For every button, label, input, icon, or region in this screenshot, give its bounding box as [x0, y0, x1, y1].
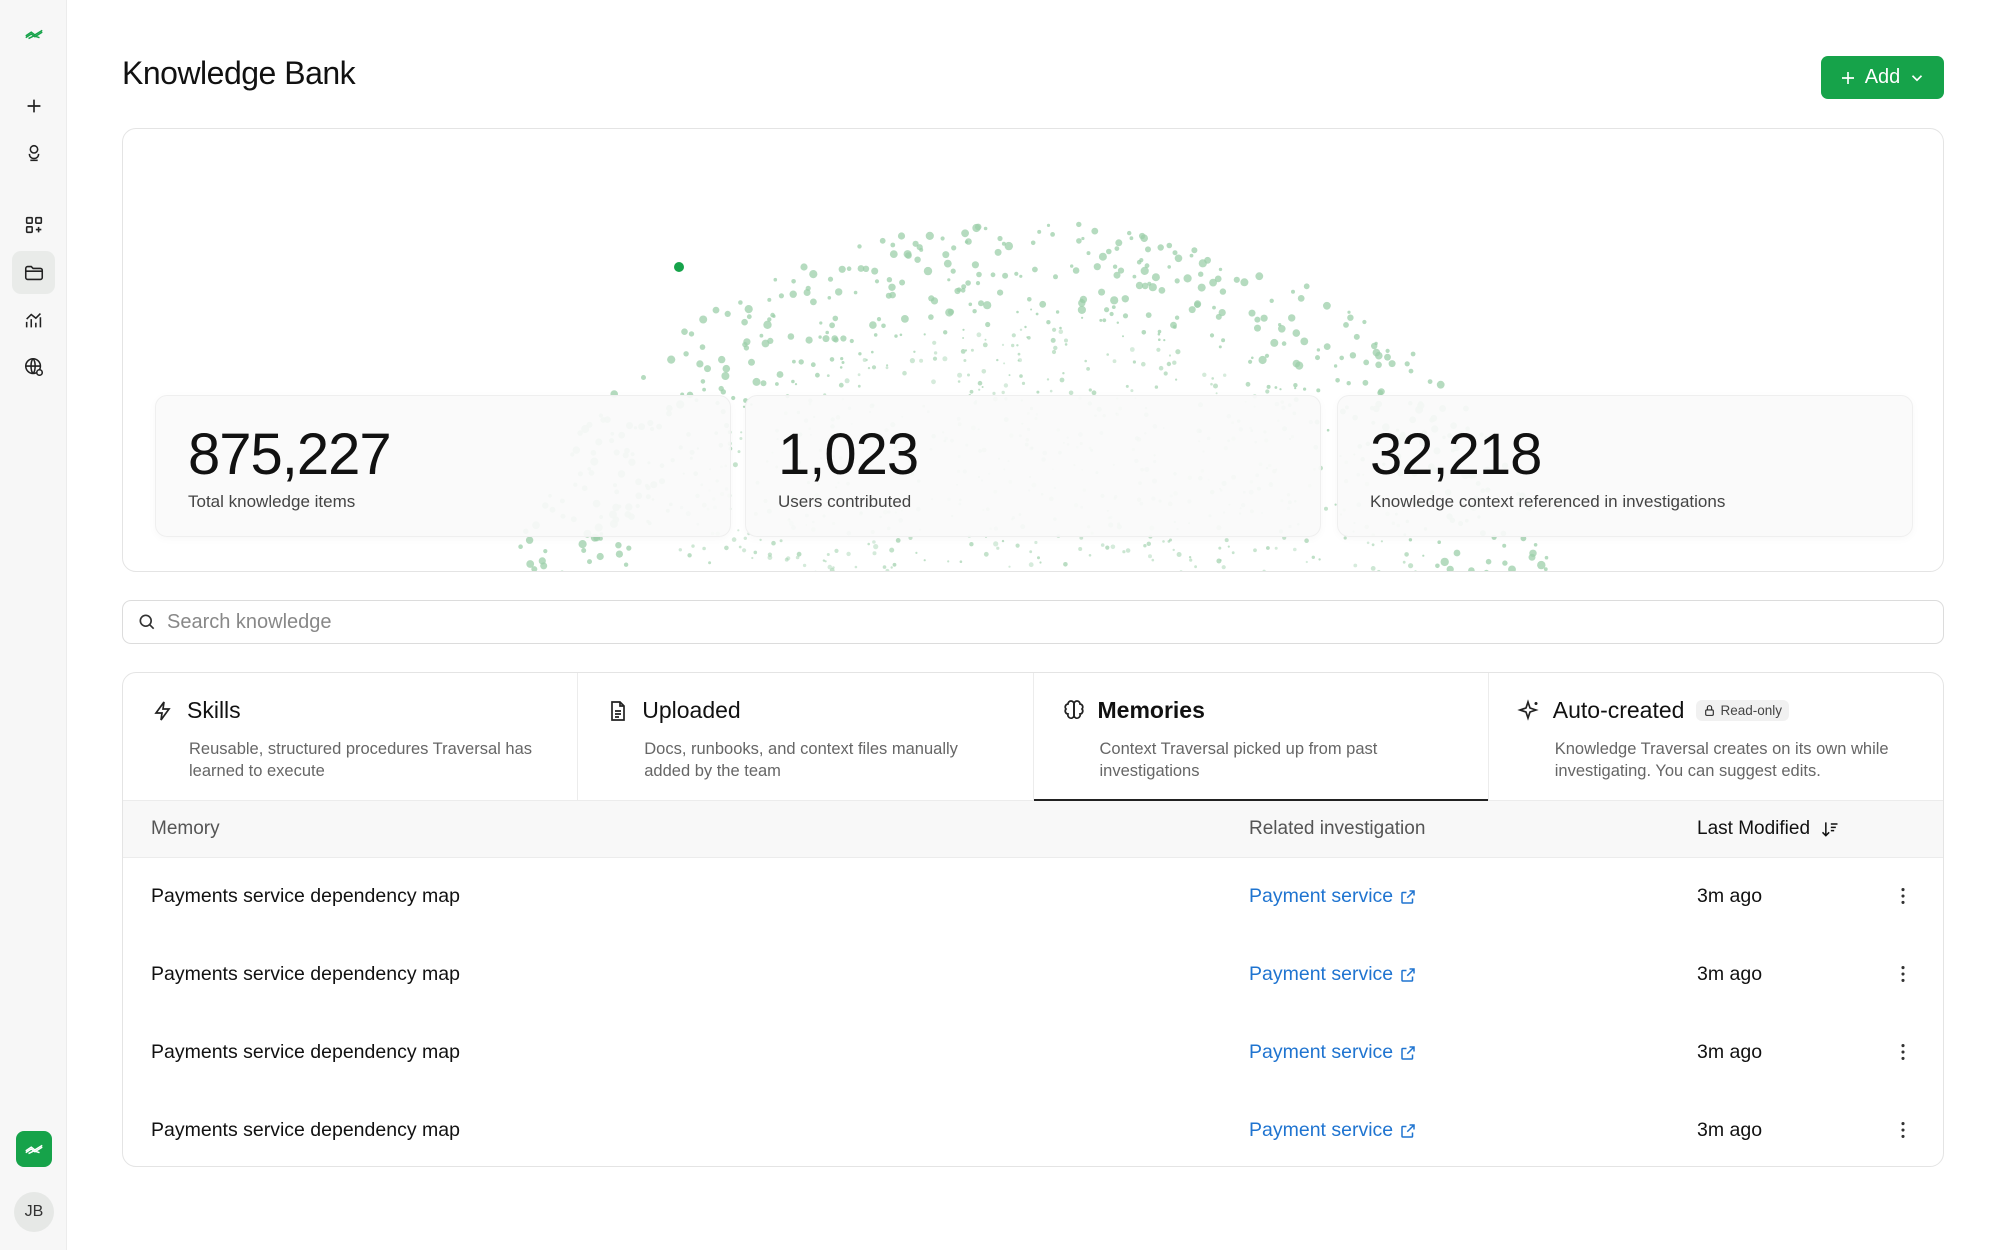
last-modified: 3m ago	[1697, 885, 1763, 907]
table-row[interactable]: Payments service dependency map Payment …	[123, 936, 1943, 1014]
column-header-memory[interactable]: Memory	[151, 818, 220, 840]
sparkle-icon	[1517, 698, 1539, 721]
last-modified: 3m ago	[1697, 963, 1763, 985]
tab-description: Knowledge Traversal creates on its own w…	[1554, 740, 1889, 780]
tab-description: Reusable, structured procedures Traversa…	[189, 740, 533, 780]
more-options-icon[interactable]	[1891, 1118, 1915, 1142]
tab-title: Memories	[1097, 697, 1205, 723]
memory-name: Payments service dependency map	[151, 1041, 460, 1063]
external-link-icon	[1401, 1123, 1415, 1138]
stat-label: Users contributed	[778, 492, 912, 511]
stat-value: 32,218	[1370, 422, 1542, 487]
tab-description: Context Traversal picked up from past in…	[1099, 740, 1378, 780]
table-row[interactable]: Payments service dependency map Payment …	[123, 1092, 1943, 1166]
investigation-link[interactable]: Payment service	[1249, 1119, 1417, 1142]
table-header: Memory Related investigation Last Modifi…	[123, 801, 1943, 858]
tab-description: Docs, runbooks, and context files manual…	[644, 740, 958, 780]
tab-memories[interactable]: Memories Context Traversal picked up fro…	[1033, 673, 1489, 801]
search-input[interactable]	[167, 610, 1867, 634]
folder-icon[interactable]	[12, 251, 55, 294]
plus-icon[interactable]	[12, 84, 55, 127]
table-row[interactable]: Payments service dependency map Payment …	[123, 858, 1943, 936]
tab-uploaded[interactable]: Uploaded Docs, runbooks, and context fil…	[578, 673, 1034, 800]
investigation-link-label: Payment service	[1249, 1119, 1394, 1141]
more-options-icon[interactable]	[1891, 1040, 1915, 1064]
knowledge-panel: Skills Reusable, structured procedures T…	[122, 672, 1944, 1167]
agent-icon[interactable]	[12, 131, 55, 174]
table-row[interactable]: Payments service dependency map Payment …	[123, 1014, 1943, 1092]
investigation-link-label: Payment service	[1249, 1041, 1394, 1063]
lock-icon	[1705, 705, 1715, 716]
investigation-link[interactable]: Payment service	[1249, 963, 1417, 986]
memory-name: Payments service dependency map	[151, 885, 460, 907]
last-modified: 3m ago	[1697, 1119, 1763, 1141]
stat-card-users: 1,023 Users contributed	[745, 395, 1321, 537]
stat-label: Knowledge context referenced in investig…	[1370, 492, 1726, 511]
column-header-investigation[interactable]: Related investigation	[1249, 818, 1425, 840]
sort-descending-icon	[1821, 822, 1838, 837]
brain-icon	[1063, 699, 1084, 719]
knowledge-tabs: Skills Reusable, structured procedures T…	[123, 673, 1943, 801]
bolt-icon	[154, 701, 171, 720]
search-icon	[139, 614, 155, 630]
search-bar[interactable]	[122, 600, 1944, 644]
sidebar: JB	[0, 0, 67, 1250]
stat-label: Total knowledge items	[188, 492, 356, 511]
memory-name: Payments service dependency map	[151, 1119, 460, 1141]
tab-title: Uploaded	[642, 697, 741, 723]
add-button-label: Add	[1864, 66, 1901, 88]
stat-card-context-referenced: 32,218 Knowledge context referenced in i…	[1337, 395, 1913, 537]
analytics-icon[interactable]	[12, 298, 55, 341]
tab-auto-created[interactable]: Auto-created Read-only Knowledge Travers…	[1489, 673, 1943, 800]
more-options-icon[interactable]	[1891, 962, 1915, 986]
knowledge-hero: 875,227 Total knowledge items 1,023 User…	[122, 128, 1944, 572]
more-options-icon[interactable]	[1891, 884, 1915, 908]
last-modified: 3m ago	[1697, 1041, 1763, 1063]
page-title: Knowledge Bank	[122, 55, 356, 91]
column-header-last-modified[interactable]: Last Modified	[1697, 818, 1840, 840]
tab-title: Skills	[187, 697, 241, 723]
tab-title: Auto-created	[1552, 697, 1685, 723]
investigation-link-label: Payment service	[1249, 963, 1394, 985]
plus-icon	[1841, 71, 1854, 84]
column-header-label: Last Modified	[1697, 818, 1811, 839]
read-only-badge: Read-only	[1696, 700, 1789, 721]
avatar[interactable]: JB	[14, 1192, 54, 1232]
memory-name: Payments service dependency map	[151, 963, 460, 985]
globe-settings-icon[interactable]	[12, 345, 55, 388]
external-link-icon	[1401, 1045, 1415, 1060]
investigation-link-label: Payment service	[1249, 885, 1394, 907]
apps-icon[interactable]	[12, 203, 55, 246]
investigation-link[interactable]: Payment service	[1249, 1041, 1417, 1064]
stat-value: 875,227	[188, 422, 392, 487]
stat-card-total-items: 875,227 Total knowledge items	[155, 395, 731, 537]
badge-label: Read-only	[1720, 703, 1782, 718]
tab-skills[interactable]: Skills Reusable, structured procedures T…	[123, 673, 579, 800]
add-button[interactable]: Add	[1821, 56, 1944, 99]
stat-value: 1,023	[778, 422, 919, 487]
chevron-down-icon	[1912, 74, 1923, 81]
workspace-logo-icon[interactable]	[16, 1131, 52, 1167]
document-icon	[611, 700, 626, 721]
investigation-link[interactable]: Payment service	[1249, 885, 1417, 908]
external-link-icon	[1401, 967, 1415, 982]
external-link-icon	[1401, 889, 1415, 904]
logo-icon[interactable]	[12, 12, 55, 55]
